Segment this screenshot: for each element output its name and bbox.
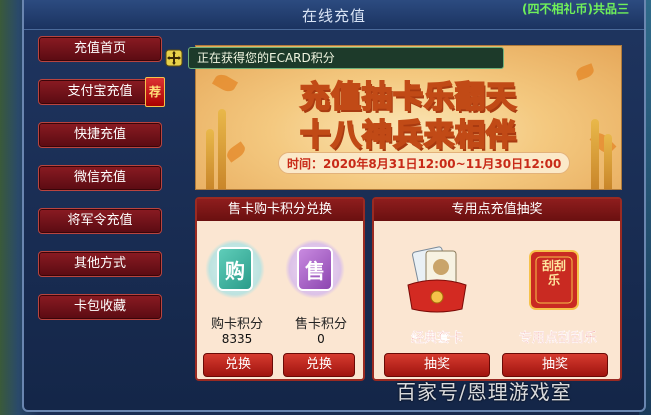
buy-card-glyph: 购 xyxy=(217,247,253,291)
banner-subheadline: 十八神兵来相伴 xyxy=(299,117,517,154)
sell-points-label: 售卡积分 xyxy=(294,317,347,332)
currency-badge: (四不相礼币)共品三 xyxy=(522,2,629,16)
buy-points-icon: 购 xyxy=(205,239,265,299)
classic-draw-button[interactable]: 抽奖 xyxy=(384,353,490,377)
classic-card-set-icon xyxy=(407,246,467,313)
scratch-card-label: 专用点刮刮乐 xyxy=(518,331,597,346)
lottery-panel-title: 专用点充值抽奖 xyxy=(374,199,620,221)
banner-event-time: 时间：2020年8月31日12:00~11月30日12:00 xyxy=(278,152,571,174)
buy-exchange-button[interactable]: 兑换 xyxy=(203,353,273,377)
sell-points-value: 0 xyxy=(317,332,325,346)
exchange-panel: 售卡购卡积分兑换 购 售 购卡积分 售卡积分 8335 0 兑换 兑换 xyxy=(195,197,365,381)
scratch-card-glyph: 刮刮乐 xyxy=(541,259,566,287)
sidebar-item-other[interactable]: 其他方式 xyxy=(38,251,162,277)
sidebar-item-home[interactable]: 充值首页 xyxy=(38,36,162,62)
exchange-panel-title: 售卡购卡积分兑换 xyxy=(197,199,363,221)
sell-exchange-button[interactable]: 兑换 xyxy=(283,353,355,377)
sidebar-item-alipay[interactable]: 支付宝充值 荐 xyxy=(38,77,165,107)
recommend-tag: 荐 xyxy=(145,77,165,107)
sidebar-item-token[interactable]: 将军令充值 xyxy=(38,208,162,234)
sidebar-item-label: 支付宝充值 xyxy=(67,84,133,99)
classic-card-set-label: 经典套卡 xyxy=(410,331,463,346)
sidebar-item-wechat[interactable]: 微信充值 xyxy=(38,165,162,191)
sell-points-icon: 售 xyxy=(285,239,345,299)
buy-points-value: 8335 xyxy=(221,332,253,346)
sell-card-glyph: 售 xyxy=(297,247,333,291)
lottery-panel: 专用点充值抽奖 刮刮乐 经典套卡 专用点刮刮乐 抽奖 抽奖 xyxy=(372,197,622,381)
sidebar-item-card-bag[interactable]: 卡包收藏 xyxy=(38,294,162,320)
scratch-draw-button[interactable]: 抽奖 xyxy=(502,353,608,377)
move-cursor-icon xyxy=(165,49,183,67)
sidebar-item-quick[interactable]: 快捷充值 xyxy=(38,122,162,148)
watermark: 百家号/恩理游戏室 xyxy=(396,380,572,404)
buy-points-label: 购卡积分 xyxy=(210,317,263,332)
status-tooltip: 正在获得您的ECARD积分 xyxy=(188,47,504,69)
